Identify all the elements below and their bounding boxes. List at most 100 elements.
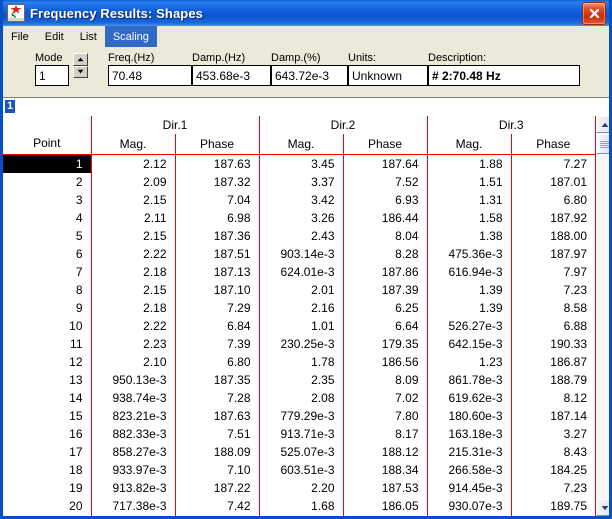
cell-value[interactable]: 6.98 (175, 209, 260, 228)
cell-value[interactable]: 6.93 (343, 191, 428, 210)
cell-value[interactable]: 2.18 (91, 299, 176, 318)
cell-value[interactable]: 188.12 (343, 443, 428, 462)
cell-value[interactable]: 475.36e-3 (427, 245, 512, 264)
table-row[interactable]: 13 950.13e-3 187.35 2.35 8.09 861.78e-3 188.79 (3, 371, 595, 390)
menu-item-file[interactable]: File (3, 26, 37, 47)
freq-input[interactable]: 70.48 (108, 65, 192, 86)
table-row[interactable]: 20 717.38e-3 7.42 1.68 186.05 930.07e-3 189.75 (3, 497, 595, 516)
cell-value[interactable]: 187.63 (175, 154, 260, 174)
cell-value[interactable]: 2.12 (91, 154, 176, 174)
cell-value[interactable]: 3.27 (511, 426, 595, 444)
cell-value[interactable]: 187.22 (175, 479, 260, 498)
cell-value[interactable]: 1.39 (427, 281, 512, 300)
table-row[interactable]: 15 823.21e-3 187.63 779.29e-3 7.80 180.60e-3 1… (3, 407, 595, 426)
cell-value[interactable]: 187.01 (511, 173, 595, 191)
cell-point[interactable]: 15 (3, 407, 92, 426)
cell-value[interactable]: 188.00 (511, 227, 595, 245)
table-row[interactable]: 12 2.10 6.80 1.78 186.56 1.23 186.87 (3, 353, 595, 372)
cell-value[interactable]: 1.51 (427, 173, 512, 192)
menu-item-list[interactable]: List (72, 26, 105, 47)
cell-value[interactable]: 7.80 (343, 407, 428, 426)
cell-value[interactable]: 933.97e-3 (91, 461, 176, 480)
cell-value[interactable]: 7.52 (343, 173, 428, 192)
vertical-scrollbar[interactable] (595, 116, 609, 516)
cell-value[interactable]: 603.51e-3 (259, 461, 344, 480)
mode-input[interactable]: 1 (35, 65, 69, 86)
scrollbar-thumb[interactable] (596, 134, 609, 154)
cell-point[interactable]: 19 (3, 479, 92, 498)
cell-value[interactable]: 2.09 (91, 173, 176, 192)
cell-value[interactable]: 624.01e-3 (259, 263, 344, 282)
cell-value[interactable]: 7.04 (175, 191, 260, 210)
cell-value[interactable]: 187.36 (175, 227, 260, 246)
description-input[interactable]: # 2:70.48 Hz (428, 65, 580, 86)
cell-value[interactable]: 186.05 (343, 497, 428, 516)
cell-value[interactable]: 186.56 (343, 353, 428, 372)
cell-value[interactable]: 2.15 (91, 281, 176, 300)
cell-value[interactable]: 163.18e-3 (427, 425, 512, 444)
cell-value[interactable]: 189.75 (511, 498, 595, 516)
cell-value[interactable]: 525.07e-3 (259, 443, 344, 462)
table-row[interactable]: 6 2.22 187.51 903.14e-3 8.28 475.36e-3 187.97 (3, 245, 595, 264)
cell-value[interactable]: 187.39 (343, 281, 428, 300)
cell-point[interactable]: 2 (3, 173, 92, 192)
cell-value[interactable]: 3.37 (259, 173, 344, 192)
scroll-down-button[interactable] (596, 499, 609, 516)
cell-value[interactable]: 1.23 (427, 353, 512, 372)
cell-value[interactable]: 1.31 (427, 191, 512, 210)
cell-point[interactable]: 18 (3, 461, 92, 480)
cell-value[interactable]: 187.13 (175, 263, 260, 282)
cell-value[interactable]: 186.44 (343, 209, 428, 228)
cell-value[interactable]: 184.25 (511, 462, 595, 480)
scroll-up-button[interactable] (596, 116, 609, 133)
cell-value[interactable]: 6.80 (175, 353, 260, 372)
cell-value[interactable]: 2.01 (259, 281, 344, 300)
cell-value[interactable]: 861.78e-3 (427, 371, 512, 390)
cell-value[interactable]: 187.35 (175, 371, 260, 390)
cell-value[interactable]: 187.53 (343, 479, 428, 498)
cell-point[interactable]: 20 (3, 497, 92, 516)
cell-value[interactable]: 914.45e-3 (427, 479, 512, 498)
cell-value[interactable]: 190.33 (511, 336, 595, 354)
cell-value[interactable]: 187.63 (175, 407, 260, 426)
cell-point[interactable]: 17 (3, 443, 92, 462)
cell-value[interactable]: 950.13e-3 (91, 371, 176, 390)
cell-value[interactable]: 179.35 (343, 335, 428, 354)
cell-value[interactable]: 187.86 (343, 263, 428, 282)
damp-pct-input[interactable]: 643.72e-3 (271, 65, 348, 86)
cell-value[interactable]: 616.94e-3 (427, 263, 512, 282)
cell-value[interactable]: 903.14e-3 (259, 245, 344, 264)
cell-value[interactable]: 6.84 (175, 317, 260, 336)
cell-value[interactable]: 187.32 (175, 173, 260, 192)
units-input[interactable]: Unknown (348, 65, 428, 86)
cell-value[interactable]: 7.42 (175, 497, 260, 516)
cell-value[interactable]: 6.25 (343, 299, 428, 318)
cell-value[interactable]: 8.17 (343, 425, 428, 444)
cell-value[interactable]: 2.11 (91, 209, 176, 228)
cell-value[interactable]: 3.26 (259, 209, 344, 228)
column-header-dir1-phase[interactable]: Phase (175, 134, 260, 155)
cell-value[interactable]: 2.10 (91, 353, 176, 372)
cell-value[interactable]: 779.29e-3 (259, 407, 344, 426)
column-header-dir2-phase[interactable]: Phase (343, 134, 428, 155)
cell-value[interactable]: 7.02 (343, 389, 428, 408)
cell-value[interactable]: 6.80 (511, 191, 595, 209)
cell-value[interactable]: 187.64 (343, 154, 428, 174)
cell-point[interactable]: 14 (3, 389, 92, 408)
cell-value[interactable]: 1.58 (427, 209, 512, 228)
cell-value[interactable]: 186.87 (511, 354, 595, 372)
mode-spinner-up-button[interactable] (73, 53, 88, 66)
cell-value[interactable]: 7.23 (511, 281, 595, 299)
cell-value[interactable]: 1.88 (427, 154, 512, 174)
cell-value[interactable]: 215.31e-3 (427, 443, 512, 462)
cell-point[interactable]: 4 (3, 209, 92, 228)
cell-value[interactable]: 8.12 (511, 390, 595, 408)
cell-value[interactable]: 8.28 (343, 245, 428, 264)
cell-value[interactable]: 2.08 (259, 389, 344, 408)
cell-value[interactable]: 180.60e-3 (427, 407, 512, 426)
cell-value[interactable]: 187.14 (511, 408, 595, 426)
cell-value[interactable]: 266.58e-3 (427, 461, 512, 480)
cell-value[interactable]: 1.78 (259, 353, 344, 372)
cell-value[interactable]: 188.79 (511, 372, 595, 390)
cell-value[interactable]: 2.18 (91, 263, 176, 282)
